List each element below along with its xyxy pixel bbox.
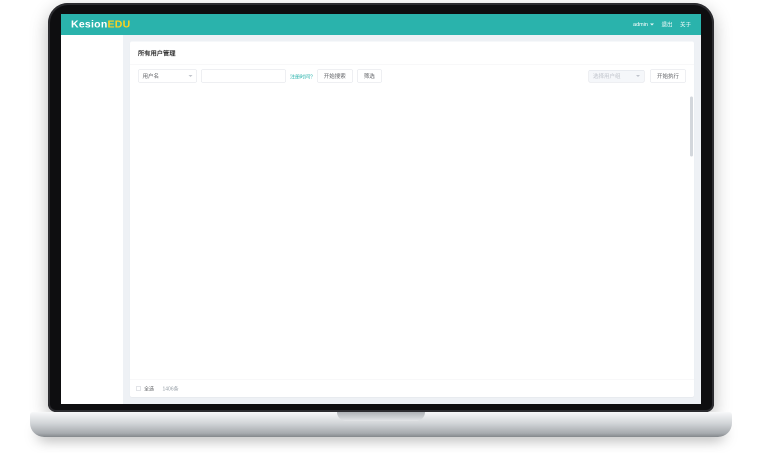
scrollbar-thumb[interactable] bbox=[690, 97, 693, 157]
execute-button[interactable]: 开始执行 bbox=[650, 70, 686, 83]
page-title: 所有用户管理 bbox=[138, 48, 176, 58]
admin-label: admin bbox=[633, 22, 648, 28]
chevron-down-icon bbox=[189, 75, 193, 79]
filter-toolbar: 用户名 注册时间? 开始搜索 筛选 选择用户组 开始执行 bbox=[130, 65, 694, 88]
logout-link[interactable]: 退出 bbox=[662, 21, 673, 29]
user-group-select[interactable]: 选择用户组 bbox=[589, 70, 645, 83]
search-button[interactable]: 开始搜索 bbox=[317, 70, 353, 83]
register-time-link[interactable]: 注册时间? bbox=[290, 72, 313, 80]
laptop-notch bbox=[337, 412, 425, 421]
admin-menu[interactable]: admin bbox=[633, 22, 654, 28]
laptop-mockup: KesionEDU admin 退出 关于 bbox=[0, 0, 762, 453]
user-management-panel: 所有用户管理 用户名 注册时间? 开始搜索 筛选 bbox=[130, 42, 694, 398]
total-count: 1406条 bbox=[163, 385, 179, 393]
top-navbar: KesionEDU admin 退出 关于 bbox=[61, 14, 701, 35]
chevron-down-icon bbox=[636, 75, 640, 79]
laptop-bezel: KesionEDU admin 退出 关于 bbox=[48, 3, 714, 412]
user-table-wrap bbox=[130, 87, 694, 379]
footer-toolbar: 全选 1406条 bbox=[130, 379, 694, 397]
logo-suffix: EDU bbox=[108, 19, 131, 31]
about-link[interactable]: 关于 bbox=[680, 21, 691, 29]
sidebar bbox=[61, 35, 123, 404]
select-all-label: 全选 bbox=[144, 385, 154, 393]
chevron-down-icon bbox=[650, 24, 654, 28]
header-right: admin 退出 关于 bbox=[626, 21, 691, 29]
logo-brand: Kesion bbox=[71, 19, 108, 31]
filter-button[interactable]: 筛选 bbox=[357, 70, 382, 83]
panel-title-row: 所有用户管理 bbox=[130, 42, 694, 65]
batch-action-tools: 选择用户组 开始执行 bbox=[583, 70, 686, 83]
app-logo: KesionEDU bbox=[71, 19, 130, 31]
laptop-screen: KesionEDU admin 退出 关于 bbox=[61, 14, 701, 404]
select-all-checkbox[interactable] bbox=[136, 386, 141, 391]
main-area: 所有用户管理 用户名 注册时间? 开始搜索 筛选 bbox=[123, 35, 701, 404]
laptop-base bbox=[30, 412, 732, 437]
search-input[interactable] bbox=[201, 70, 286, 83]
search-field-select[interactable]: 用户名 bbox=[138, 70, 197, 83]
